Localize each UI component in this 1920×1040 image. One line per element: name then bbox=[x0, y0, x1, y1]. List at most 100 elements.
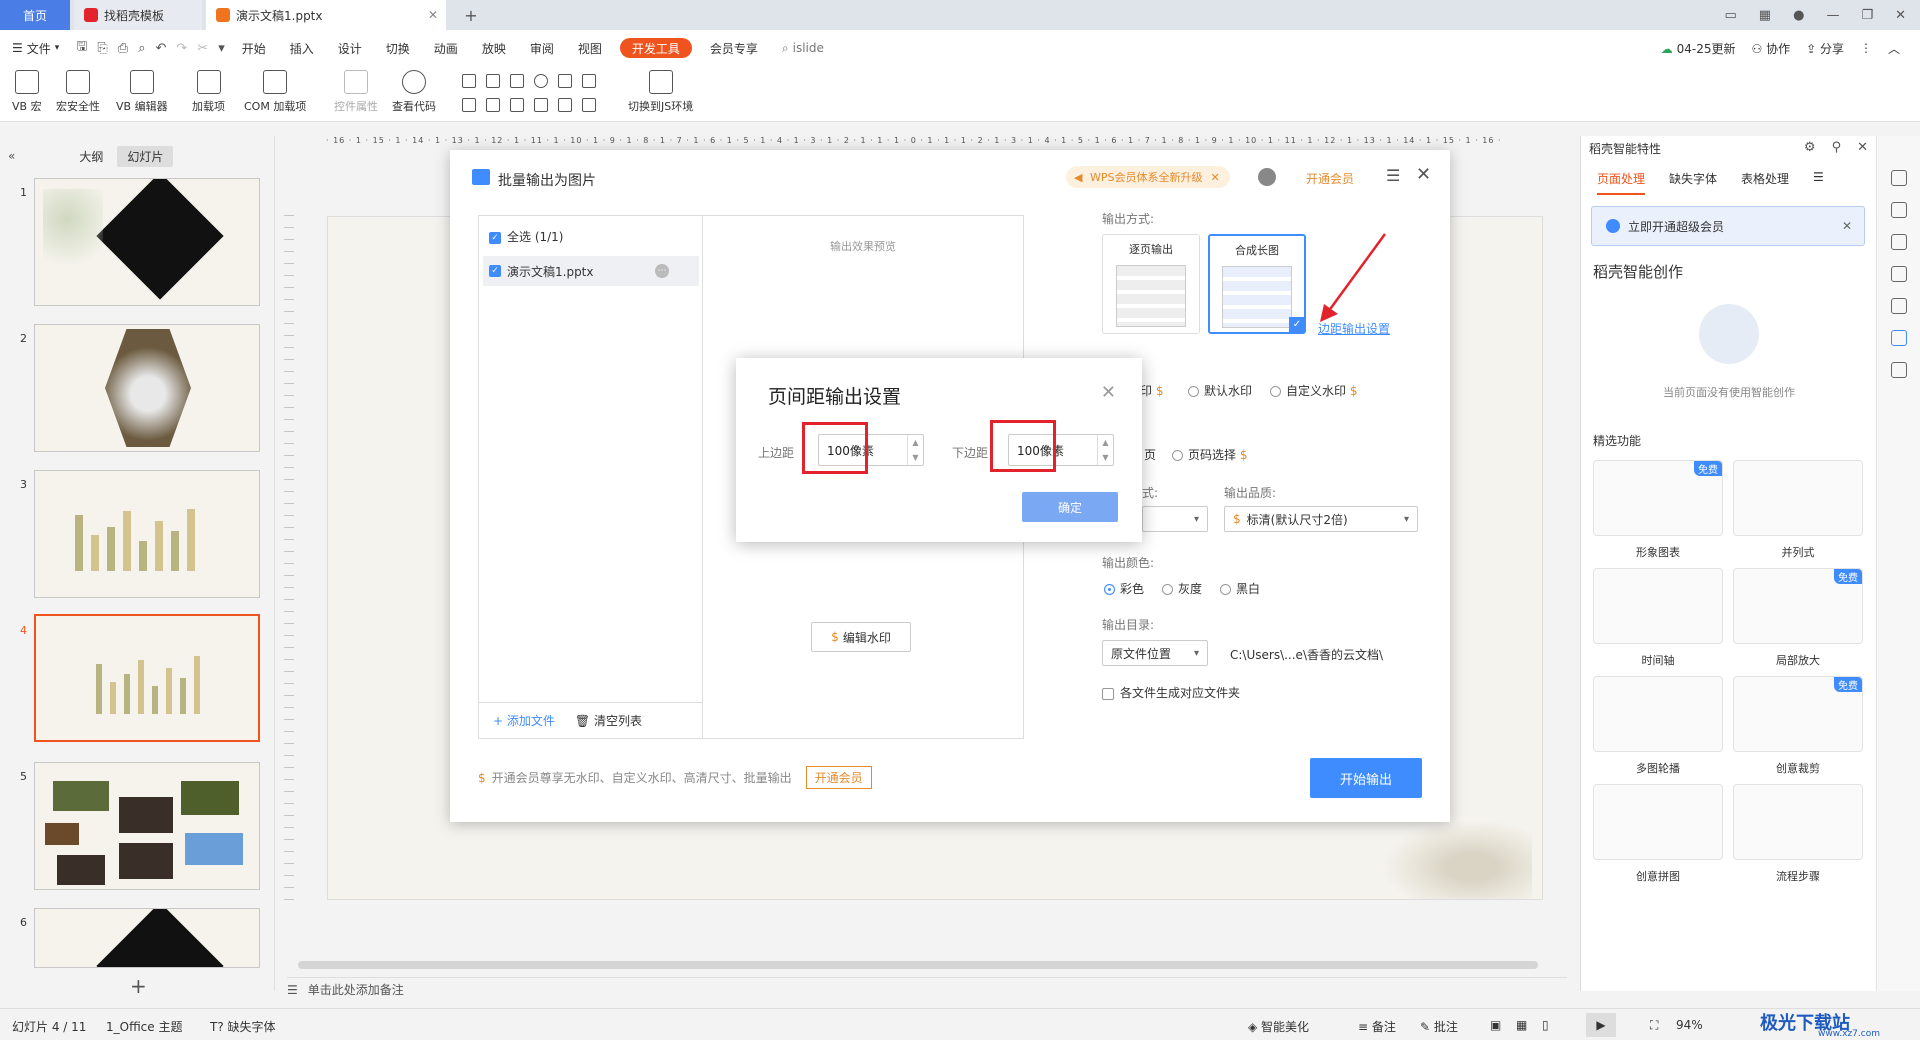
color-option-gray[interactable]: 灰度 bbox=[1162, 580, 1202, 597]
add-file-button[interactable]: + 添加文件 bbox=[493, 712, 555, 729]
com-addins-button[interactable]: COM 加载项 bbox=[244, 70, 306, 114]
reading-view-icon[interactable]: ▯ bbox=[1542, 1018, 1549, 1032]
theme-name[interactable]: 1_Office 主题 bbox=[106, 1018, 182, 1035]
image-control-icon[interactable] bbox=[558, 98, 572, 112]
tab-template[interactable]: 找稻壳模板 bbox=[74, 0, 202, 30]
menu-icon[interactable]: ☰ bbox=[1813, 170, 1824, 195]
new-tab-button[interactable]: + bbox=[458, 0, 484, 30]
menu-vip[interactable]: 会员专享 bbox=[698, 30, 770, 66]
feature-card[interactable]: 免费 bbox=[1733, 568, 1863, 644]
menu-start[interactable]: 开始 bbox=[230, 30, 278, 66]
star-icon[interactable] bbox=[1891, 234, 1907, 250]
bottom-margin-stepper[interactable]: ▲ ▼ bbox=[1097, 435, 1113, 465]
collab-button[interactable]: ⚇ 协作 bbox=[1752, 40, 1791, 57]
vip-banner[interactable]: 立即开通超级会员 ✕ bbox=[1591, 206, 1865, 246]
promo-badge[interactable]: ◀ WPS会员体系全新升级 ✕ bbox=[1066, 166, 1230, 188]
avatar[interactable]: ● bbox=[1793, 8, 1804, 23]
sorter-view-icon[interactable]: ▦ bbox=[1516, 1018, 1527, 1032]
feature-card[interactable] bbox=[1593, 568, 1723, 644]
footer-vip-button[interactable]: 开通会员 bbox=[805, 766, 872, 789]
edit-watermark-button[interactable]: $ 编辑水印 bbox=[811, 622, 911, 652]
view-code-button[interactable]: 查看代码 bbox=[392, 70, 436, 114]
vb-macro-button[interactable]: VB 宏 bbox=[12, 70, 42, 114]
frame-control-icon[interactable] bbox=[582, 98, 596, 112]
chevron-up-icon[interactable]: ▲ bbox=[1102, 438, 1108, 447]
chevron-up-icon[interactable]: ▲ bbox=[912, 438, 918, 447]
menu-slideshow[interactable]: 放映 bbox=[470, 30, 518, 66]
more-icon[interactable]: ▾ bbox=[213, 41, 230, 56]
add-slide-button[interactable]: + bbox=[130, 974, 147, 998]
toggle-control-icon[interactable] bbox=[462, 98, 476, 112]
slide-thumbnail-6[interactable] bbox=[34, 908, 260, 968]
textbox-control-icon[interactable] bbox=[486, 74, 500, 88]
play-slideshow-icon[interactable]: ▶ bbox=[1586, 1013, 1616, 1037]
file-row[interactable]: ✓ 演示文稿1.pptx ⋯ bbox=[483, 256, 699, 286]
missing-font-button[interactable]: T? 缺失字体 bbox=[210, 1018, 276, 1035]
zoom-level[interactable]: 94% bbox=[1676, 1018, 1703, 1032]
feature-card[interactable] bbox=[1593, 784, 1723, 860]
feature-card[interactable]: 免费 bbox=[1733, 676, 1863, 752]
collapse-panel-icon[interactable]: « bbox=[8, 149, 15, 163]
chevron-down-icon[interactable]: ▼ bbox=[912, 453, 918, 462]
smart-icon[interactable] bbox=[1891, 330, 1907, 346]
feature-card[interactable] bbox=[1733, 784, 1863, 860]
macro-security-button[interactable]: 宏安全性 bbox=[56, 70, 100, 114]
menu-view[interactable]: 视图 bbox=[566, 30, 614, 66]
watermark-default-option[interactable]: 默认水印 bbox=[1188, 382, 1252, 399]
normal-view-icon[interactable]: ▣ bbox=[1490, 1018, 1501, 1032]
switch-js-button[interactable]: 切换到JS环境 bbox=[628, 70, 693, 114]
label-control-icon[interactable] bbox=[534, 98, 548, 112]
share-button[interactable]: ⇪ 分享 bbox=[1806, 40, 1844, 57]
design-icon[interactable] bbox=[1891, 170, 1907, 186]
smart-beautify-button[interactable]: ◈ 智能美化 bbox=[1248, 1018, 1309, 1035]
page-select-option[interactable]: 页码选择 $ bbox=[1172, 446, 1247, 463]
tab-home[interactable]: 首页 bbox=[0, 0, 70, 30]
directory-select[interactable]: 原文件位置 bbox=[1102, 640, 1208, 666]
dialog-menu-icon[interactable]: ☰ bbox=[1386, 166, 1400, 185]
layout-icon[interactable]: ▭ bbox=[1725, 8, 1737, 23]
comments-button[interactable]: ✎ 批注 bbox=[1420, 1018, 1458, 1035]
mode-long-card[interactable]: 合成长图 ✓ bbox=[1208, 234, 1306, 334]
menu-review[interactable]: 审阅 bbox=[518, 30, 566, 66]
radio-control-icon[interactable] bbox=[534, 74, 548, 88]
slide-thumbnail-3[interactable] bbox=[34, 470, 260, 598]
scrollbar-control-icon[interactable] bbox=[510, 98, 524, 112]
margin-dialog-close-icon[interactable]: ✕ bbox=[1101, 382, 1116, 403]
menu-animation[interactable]: 动画 bbox=[422, 30, 470, 66]
control-properties-button[interactable]: 控件属性 bbox=[334, 70, 378, 114]
tab-document[interactable]: 演示文稿1.pptx ✕ bbox=[206, 0, 446, 30]
book-icon[interactable] bbox=[1891, 362, 1907, 378]
menu-transition[interactable]: 切换 bbox=[374, 30, 422, 66]
menu-insert[interactable]: 插入 bbox=[278, 30, 326, 66]
spin-control-icon[interactable] bbox=[486, 98, 500, 112]
tab-page-processing[interactable]: 页面处理 bbox=[1597, 170, 1646, 195]
minimize-icon[interactable]: — bbox=[1826, 8, 1839, 23]
button-control-icon[interactable] bbox=[510, 74, 524, 88]
menu-design[interactable]: 设计 bbox=[326, 30, 374, 66]
apps-grid-icon[interactable]: ▦ bbox=[1759, 8, 1771, 23]
confirm-button[interactable]: 确定 bbox=[1022, 492, 1118, 522]
save-icon[interactable]: 🖫 bbox=[71, 37, 92, 59]
clear-list-button[interactable]: 🗑 清空列表 bbox=[575, 712, 642, 729]
pin-icon[interactable]: ⚲ bbox=[1832, 140, 1842, 155]
settings-icon[interactable]: ⚙ bbox=[1804, 140, 1816, 155]
more-options-icon[interactable]: ⋮ bbox=[1860, 41, 1872, 55]
slide-thumbnail-4[interactable] bbox=[34, 614, 260, 742]
redo-icon[interactable]: ↷ bbox=[171, 41, 192, 56]
vb-editor-button[interactable]: VB 编辑器 bbox=[116, 70, 168, 114]
user-avatar[interactable] bbox=[1258, 168, 1276, 186]
checkbox-control-icon[interactable] bbox=[462, 74, 476, 88]
tab-missing-fonts[interactable]: 缺失字体 bbox=[1669, 170, 1717, 195]
listbox-control-icon[interactable] bbox=[558, 74, 572, 88]
color-option-bw[interactable]: 黑白 bbox=[1220, 580, 1260, 597]
feature-card[interactable] bbox=[1593, 676, 1723, 752]
more-icon[interactable]: ⋯ bbox=[655, 264, 669, 278]
watermark-custom-option[interactable]: 自定义水印 $ bbox=[1270, 382, 1357, 399]
subfolder-checkbox[interactable]: 各文件生成对应文件夹 bbox=[1102, 684, 1240, 701]
fit-window-icon[interactable]: ⛶ bbox=[1650, 1018, 1658, 1033]
tab-outline[interactable]: 大纲 bbox=[69, 146, 113, 167]
tab-slides[interactable]: 幻灯片 bbox=[117, 145, 174, 167]
promo-close-icon[interactable]: ✕ bbox=[1211, 171, 1220, 184]
collapse-ribbon-icon[interactable]: ︿ bbox=[1888, 40, 1900, 57]
restore-icon[interactable]: ❐ bbox=[1861, 8, 1873, 23]
